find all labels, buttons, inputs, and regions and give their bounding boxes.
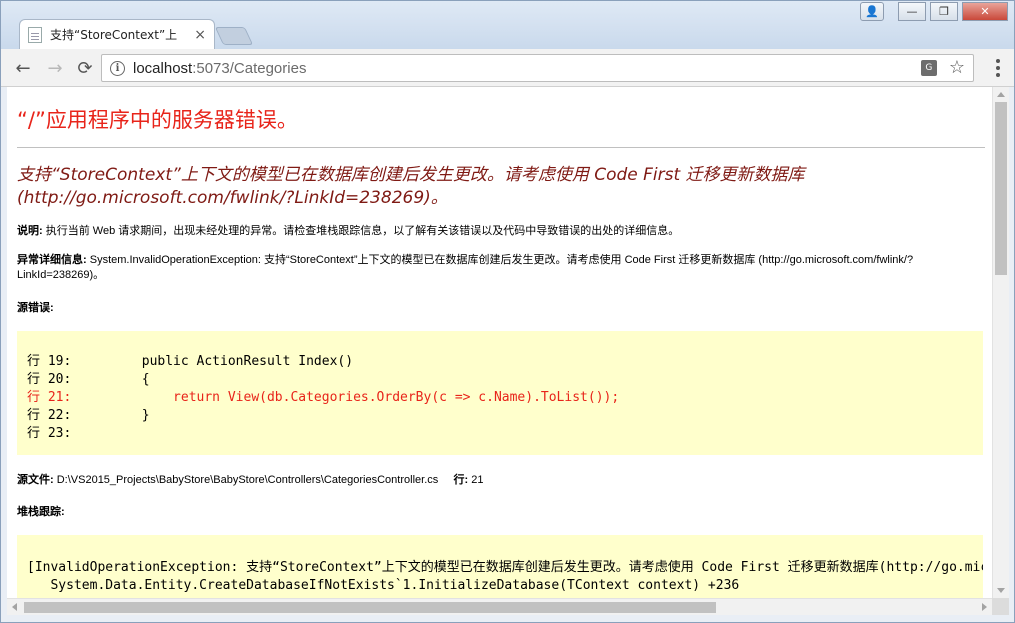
maximize-button[interactable]: ❐ (930, 2, 958, 21)
url-host: localhost (133, 59, 193, 77)
url-text[interactable]: localhost:5073/Categories (133, 60, 306, 77)
exception-details: 异常详细信息: System.InvalidOperationException… (17, 253, 983, 283)
address-bar[interactable]: i localhost:5073/Categories G ☆ (101, 54, 974, 82)
tab-title: 支持“StoreContext”上 (50, 28, 178, 42)
stack-line: System.Data.Entity.CreateDatabaseIfNotEx… (27, 578, 740, 593)
source-code-box: 行 19: public ActionResult Index() 行 20: {… (17, 331, 983, 455)
error-heading: 支持“StoreContext”上下文的模型已在数据库创建后发生更改。请考虑使用… (17, 165, 805, 208)
browser-window: 支持“StoreContext”上 × 👤 — ❐ ✕ ← → ⟳ i loca… (0, 0, 1015, 623)
vertical-scrollbar[interactable] (992, 87, 1009, 598)
divider (17, 147, 985, 148)
horizontal-scrollbar[interactable] (7, 598, 992, 615)
scroll-left-icon[interactable] (12, 603, 17, 611)
code-line-highlighted: 行 21: return View(db.Categories.OrderBy(… (27, 390, 620, 405)
tab-active[interactable]: 支持“StoreContext”上 × (19, 19, 215, 49)
page-icon (28, 26, 42, 43)
info-icon[interactable]: i (110, 60, 125, 76)
close-button[interactable]: ✕ (962, 2, 1008, 21)
new-tab-button[interactable] (214, 27, 254, 45)
scrollbar-corner (992, 598, 1009, 615)
code-line: 行 19: public ActionResult Index() (27, 354, 354, 369)
back-button[interactable]: ← (11, 56, 35, 80)
page-viewport: “/”应用程序中的服务器错误。 支持“StoreContext”上下文的模型已在… (7, 87, 992, 598)
minimize-button[interactable]: — (898, 2, 926, 21)
code-line: 行 23: (27, 426, 72, 441)
translate-icon[interactable]: G (920, 60, 937, 76)
scroll-right-icon[interactable] (982, 603, 987, 611)
line-label: 行: (453, 474, 469, 486)
code-line: 行 20: { (27, 372, 150, 387)
vertical-scroll-thumb[interactable] (995, 102, 1007, 275)
toolbar: ← → ⟳ i localhost:5073/Categories G ☆ (1, 49, 1014, 87)
close-icon[interactable]: × (194, 27, 206, 43)
menu-icon[interactable] (996, 59, 1000, 77)
line-number: 21 (468, 474, 484, 486)
horizontal-scroll-thumb[interactable] (24, 602, 716, 613)
stack-trace-box: [InvalidOperationException: 支持“StoreCont… (17, 535, 983, 598)
url-path: :5073/Categories (192, 59, 307, 77)
stack-line: [InvalidOperationException: 支持“StoreCont… (27, 560, 983, 575)
forward-button[interactable]: → (43, 56, 67, 80)
title-bar: 支持“StoreContext”上 × 👤 — ❐ ✕ (1, 1, 1014, 49)
source-file-path: D:\VS2015_Projects\BabyStore\BabyStore\C… (53, 474, 439, 486)
exception-text: System.InvalidOperationException: 支持“Sto… (17, 254, 914, 281)
description: 说明: 执行当前 Web 请求期间，出现未经处理的异常。请检查堆栈跟踪信息，以了… (17, 224, 983, 239)
scroll-up-icon[interactable] (997, 92, 1005, 97)
source-file: 源文件: D:\VS2015_Projects\BabyStore\BabySt… (17, 471, 983, 487)
user-icon[interactable]: 👤 (860, 2, 884, 21)
code-line: 行 22: } (27, 408, 150, 423)
source-error-label: 源错误: (17, 302, 54, 314)
page-title: “/”应用程序中的服务器错误。 (17, 108, 298, 132)
exception-label: 异常详细信息: (17, 254, 87, 266)
description-label: 说明: (17, 225, 43, 237)
stack-trace-label: 堆栈跟踪: (17, 506, 65, 518)
scroll-down-icon[interactable] (997, 588, 1005, 593)
page-content: “/”应用程序中的服务器错误。 支持“StoreContext”上下文的模型已在… (17, 87, 985, 598)
bookmark-star-icon[interactable]: ☆ (949, 59, 965, 77)
description-text: 执行当前 Web 请求期间，出现未经处理的异常。请检查堆栈跟踪信息，以了解有关该… (42, 225, 680, 237)
reload-button[interactable]: ⟳ (73, 56, 97, 80)
source-file-label: 源文件: (17, 474, 54, 486)
window-controls: 👤 — ❐ ✕ (860, 2, 1008, 21)
